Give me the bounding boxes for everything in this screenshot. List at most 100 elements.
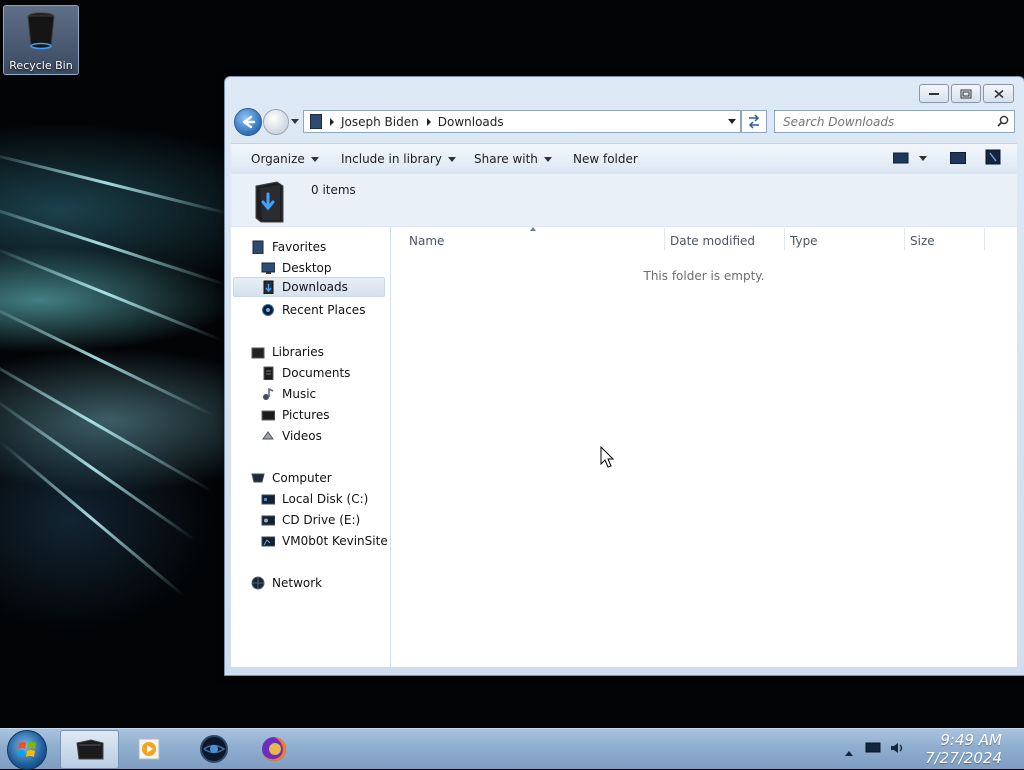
tray-volume[interactable]: [890, 741, 906, 758]
close-icon: [993, 89, 1004, 98]
organize-button[interactable]: Organize: [251, 152, 319, 166]
taskbar-explorer[interactable]: [60, 730, 119, 769]
nav-item-label: Documents: [282, 366, 351, 380]
desktop-icon: [261, 262, 275, 274]
taskbar-browser[interactable]: [185, 730, 242, 767]
nav-item-label: Pictures: [282, 408, 330, 422]
nav-network[interactable]: Network: [251, 573, 322, 593]
nav-libraries-label: Libraries: [272, 345, 324, 359]
volume-icon: [891, 743, 903, 753]
nav-item-music[interactable]: Music: [261, 384, 316, 404]
nav-item-local-disk[interactable]: Local Disk (C:): [261, 489, 368, 509]
change-view-button[interactable]: [892, 152, 929, 167]
new-folder-label: New folder: [573, 152, 638, 166]
forward-button[interactable]: [263, 109, 289, 135]
share-with-button[interactable]: Share with: [474, 152, 552, 166]
nav-item-recent-places[interactable]: Recent Places: [261, 300, 365, 320]
share-with-label: Share with: [474, 152, 538, 166]
column-header-name[interactable]: Name: [409, 234, 444, 248]
explorer-window[interactable]: Joseph Biden Downloads Organize Include …: [224, 76, 1024, 676]
downloads-folder-icon: [255, 181, 284, 223]
nav-item-label: Recent Places: [282, 303, 366, 317]
pictures-icon: [261, 410, 275, 421]
minimize-button[interactable]: [919, 84, 949, 103]
nav-item-downloads[interactable]: Downloads: [233, 277, 385, 297]
preview-pane-button[interactable]: [950, 152, 966, 167]
item-count: 0 items: [311, 183, 356, 197]
nav-favorites[interactable]: Favorites: [251, 237, 326, 257]
back-button[interactable]: [234, 108, 262, 136]
refresh-button[interactable]: [741, 110, 767, 133]
nav-item-label: Videos: [282, 429, 322, 443]
nav-item-label: Downloads: [282, 280, 348, 294]
wallpaper-streak: [0, 150, 233, 216]
new-folder-button[interactable]: New folder: [573, 152, 638, 166]
include-in-library-label: Include in library: [341, 152, 442, 166]
nav-favorites-label: Favorites: [272, 240, 327, 254]
folder-icon: [310, 114, 322, 129]
close-button[interactable]: [983, 84, 1014, 103]
breadcrumb-separator-icon[interactable]: [330, 117, 334, 126]
organize-label: Organize: [251, 152, 305, 166]
column-divider[interactable]: [784, 228, 785, 250]
column-divider[interactable]: [904, 228, 905, 250]
documents-icon: [263, 366, 274, 380]
nav-network-label: Network: [272, 576, 323, 590]
hard-drive-icon: [261, 494, 275, 505]
desktop-icon-label: Recycle Bin: [9, 59, 73, 72]
wallpaper-streak: [0, 200, 228, 287]
column-divider[interactable]: [984, 228, 985, 250]
computer-icon: [251, 473, 265, 483]
column-divider[interactable]: [664, 228, 665, 250]
wallpaper-streak: [0, 300, 215, 417]
search-icon[interactable]: [997, 115, 1009, 127]
firefox-icon: [261, 736, 286, 761]
details-header: 0 items: [231, 174, 1017, 226]
nav-libraries[interactable]: Libraries: [251, 342, 324, 362]
search-box[interactable]: [774, 110, 1015, 133]
address-dropdown-icon[interactable]: [728, 119, 736, 124]
recent-pages-dropdown[interactable]: [291, 119, 299, 124]
nav-item-label: Local Disk (C:): [282, 492, 369, 506]
music-icon: [263, 387, 274, 400]
nav-item-videos[interactable]: Videos: [261, 426, 322, 446]
taskbar: 9:49 AM 7/27/2024: [0, 728, 1024, 770]
nav-item-desktop[interactable]: Desktop: [261, 258, 332, 278]
tray-network[interactable]: [865, 742, 881, 757]
caption-buttons: [919, 84, 1014, 103]
system-clock[interactable]: 9:49 AM 7/27/2024: [925, 731, 1002, 767]
include-in-library-button[interactable]: Include in library: [341, 152, 456, 166]
start-button[interactable]: [7, 730, 47, 770]
windows-explorer-icon: [75, 738, 103, 759]
column-header-size[interactable]: Size: [910, 234, 935, 248]
restore-button[interactable]: [951, 84, 981, 103]
breadcrumb-user[interactable]: Joseph Biden: [341, 115, 419, 129]
chevron-down-icon: [310, 157, 319, 162]
sort-ascending-icon: [530, 227, 536, 231]
nav-item-documents[interactable]: Documents: [261, 363, 350, 383]
nav-item-cd-drive[interactable]: CD Drive (E:): [261, 510, 360, 530]
desktop-icon-recycle-bin[interactable]: Recycle Bin: [3, 5, 79, 75]
windows-logo-icon: [17, 742, 36, 757]
chevron-up-icon: [845, 751, 853, 756]
recent-places-icon: [262, 304, 274, 316]
address-bar[interactable]: Joseph Biden Downloads: [303, 110, 741, 133]
nav-computer[interactable]: Computer: [251, 468, 332, 488]
minimize-icon: [929, 92, 939, 95]
file-list[interactable]: Name Date modified Type Size This folder…: [391, 227, 1017, 667]
taskbar-media-player[interactable]: [120, 730, 177, 767]
mouse-pointer-icon: [600, 446, 615, 468]
breadcrumb-downloads[interactable]: Downloads: [438, 115, 504, 129]
search-input[interactable]: [781, 111, 985, 132]
show-hidden-icons-button[interactable]: [845, 745, 853, 759]
taskbar-firefox[interactable]: [245, 730, 302, 767]
nav-item-network-drive[interactable]: VM0b0t KevinSite: [261, 531, 388, 551]
restore-icon: [960, 89, 972, 98]
column-header-type[interactable]: Type: [790, 234, 818, 248]
nav-item-pictures[interactable]: Pictures: [261, 405, 330, 425]
network-globe-icon: [251, 576, 265, 590]
column-header-date-modified[interactable]: Date modified: [670, 234, 755, 248]
breadcrumb-separator-icon[interactable]: [426, 117, 431, 126]
help-button[interactable]: [985, 149, 1001, 168]
wallpaper-streak: [0, 440, 185, 597]
